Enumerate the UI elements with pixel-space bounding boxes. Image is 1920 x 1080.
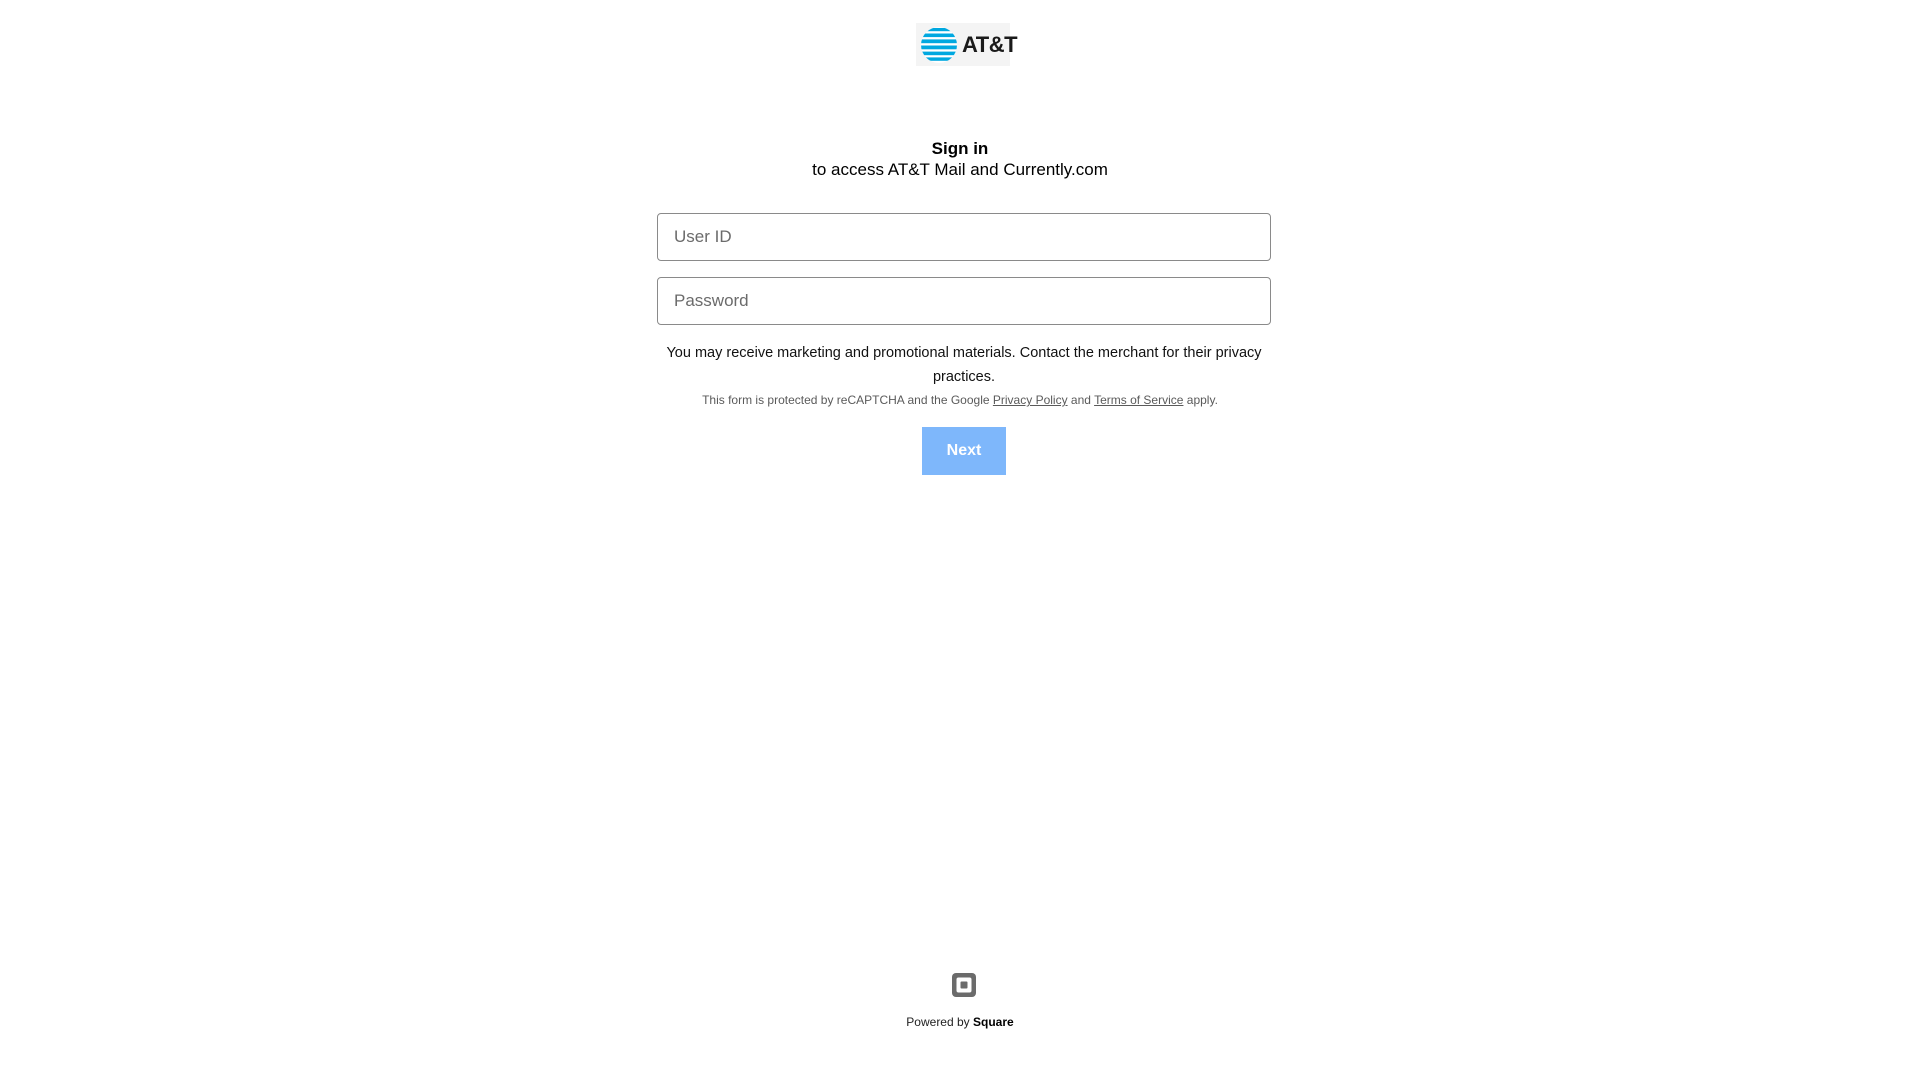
powered-by: Powered by Square: [0, 1015, 1920, 1029]
sign-in-page: AT&T Sign in to access AT&T Mail and Cur…: [0, 0, 1920, 1080]
att-globe-icon: [920, 26, 958, 64]
recaptcha-and: and: [1070, 393, 1091, 407]
powered-by-brand[interactable]: Square: [973, 1015, 1014, 1029]
marketing-notice: You may receive marketing and promotiona…: [666, 345, 1262, 385]
password-input[interactable]: [657, 277, 1271, 325]
att-logo-text: AT&T: [962, 31, 1018, 57]
user-id-input[interactable]: [657, 213, 1271, 261]
privacy-policy-link[interactable]: Privacy Policy: [993, 393, 1068, 407]
page-subtitle: to access AT&T Mail and Currently.com: [812, 160, 1108, 179]
terms-of-service-link[interactable]: Terms of Service: [1094, 393, 1183, 407]
powered-by-prefix: Powered by: [906, 1015, 970, 1029]
next-button[interactable]: Next: [922, 427, 1006, 475]
square-logo-icon: [952, 973, 976, 997]
recaptcha-suffix: apply.: [1186, 393, 1218, 407]
page-title: Sign in: [931, 139, 989, 158]
att-logo: AT&T: [916, 23, 1018, 66]
recaptcha-notice: This form is protected by reCAPTCHA and …: [0, 393, 1920, 407]
recaptcha-prefix: This form is protected by reCAPTCHA and …: [702, 393, 990, 407]
